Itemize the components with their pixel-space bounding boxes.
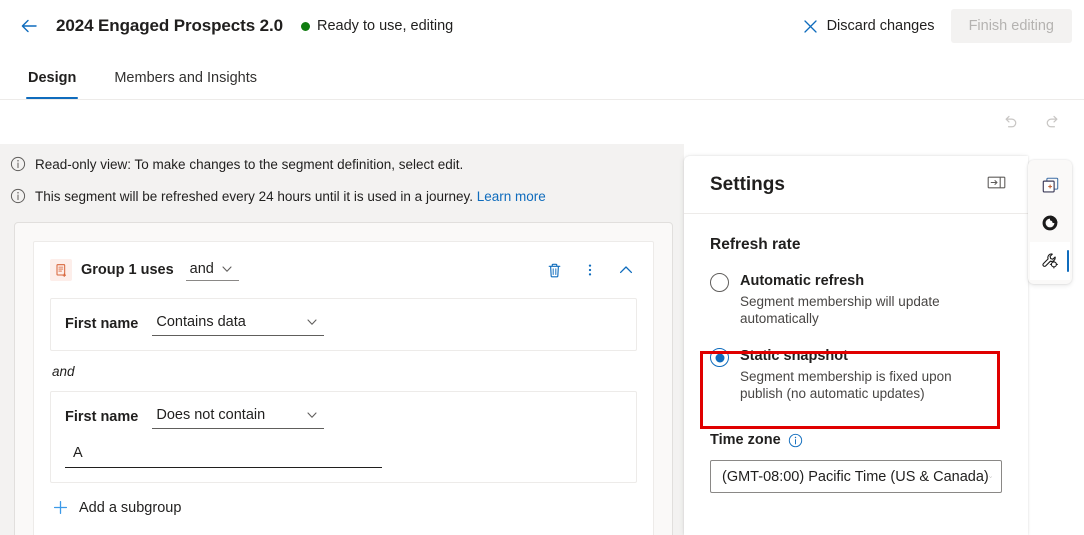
radio-automatic-refresh[interactable] xyxy=(710,273,729,292)
settings-panel: Settings Refresh rate Automatic refresh … xyxy=(684,156,1028,535)
learn-more-link[interactable]: Learn more xyxy=(477,189,546,204)
radio-desc-static-snapshot: Segment membership is fixed upon publish… xyxy=(740,369,952,401)
segment-definition-card: Group 1 uses and First name Contains dat… xyxy=(14,222,673,535)
add-panel-icon xyxy=(1042,177,1058,193)
group-label: Group 1 uses xyxy=(81,262,174,278)
chevron-down-icon xyxy=(307,412,317,418)
condition-operator-value-2: Does not contain xyxy=(156,407,266,423)
info-icon xyxy=(10,156,26,172)
radio-desc-automatic-refresh: Segment membership will update automatic… xyxy=(740,294,940,326)
finish-editing-button[interactable]: Finish editing xyxy=(950,9,1072,43)
radio-static-snapshot[interactable] xyxy=(710,348,729,367)
tab-bar: Design Members and Insights xyxy=(0,52,1084,100)
back-button[interactable] xyxy=(12,9,46,43)
segment-designer-canvas: Group 1 uses and First name Contains dat… xyxy=(0,208,684,535)
condition-row-2: First name Does not contain A xyxy=(50,391,637,483)
status-dot-icon xyxy=(301,21,311,31)
refresh-rate-title: Refresh rate xyxy=(710,236,801,253)
redo-button[interactable] xyxy=(1036,106,1068,138)
message-refresh-body: This segment will be refreshed every 24 … xyxy=(35,188,473,204)
more-options-button[interactable] xyxy=(579,259,601,281)
settings-button[interactable] xyxy=(1030,242,1070,280)
discard-changes-label: Discard changes xyxy=(826,18,935,34)
copilot-button[interactable] xyxy=(1030,204,1070,242)
group-card: Group 1 uses and First name Contains dat… xyxy=(33,241,654,535)
time-zone-select[interactable]: (GMT-08:00) Pacific Time (US & Canada) xyxy=(710,460,1002,493)
condition-attribute-1: First name xyxy=(65,315,139,332)
message-readonly-text: Read-only view: To make changes to the s… xyxy=(35,156,464,172)
time-zone-label-row: Time zone xyxy=(710,432,1002,448)
collapse-panel-icon xyxy=(987,176,1006,188)
tab-design[interactable]: Design xyxy=(26,70,79,99)
condition-value-input-2[interactable]: A xyxy=(65,443,382,468)
redo-icon xyxy=(1046,115,1057,127)
settings-body: Refresh rate Automatic refresh Segment m… xyxy=(684,214,1028,493)
condition-row-1: First name Contains data xyxy=(50,298,637,351)
radio-label-static-snapshot: Static snapshot xyxy=(740,348,848,364)
close-icon xyxy=(803,19,817,33)
discard-changes-button[interactable]: Discard changes xyxy=(793,11,945,41)
collapse-panel-button[interactable] xyxy=(987,175,1006,195)
plus-icon xyxy=(53,500,68,515)
tab-members-and-insights[interactable]: Members and Insights xyxy=(112,70,259,99)
status-badge: Ready to use, editing xyxy=(301,18,453,34)
chevron-down-icon xyxy=(307,319,317,325)
page-title: 2024 Engaged Prospects 2.0 xyxy=(56,16,284,35)
group-actions xyxy=(543,259,637,281)
settings-header: Settings xyxy=(684,156,1028,214)
chevron-down-icon xyxy=(989,475,992,478)
top-bar: 2024 Engaged Prospects 2.0 Ready to use,… xyxy=(0,0,1084,52)
radio-label-automatic-refresh: Automatic refresh xyxy=(740,273,865,289)
top-bar-actions: Discard changes Finish editing xyxy=(793,0,1072,52)
undo-button[interactable] xyxy=(994,106,1026,138)
trash-icon xyxy=(548,263,560,277)
group-operator-value: and xyxy=(189,261,214,277)
message-bar-readonly: Read-only view: To make changes to the s… xyxy=(0,152,684,176)
condition-operator-value-1: Contains data xyxy=(156,314,246,330)
condition-attribute-2: First name xyxy=(65,408,139,425)
time-zone-label: Time zone xyxy=(710,432,781,448)
right-tool-rail xyxy=(1028,160,1072,284)
chevron-up-icon xyxy=(619,266,633,274)
arrow-left-icon xyxy=(21,19,37,33)
chevron-down-icon xyxy=(222,266,232,272)
wrench-settings-icon xyxy=(1042,253,1058,269)
message-bar-refresh: This segment will be refreshed every 24 … xyxy=(0,184,684,208)
more-vertical-icon xyxy=(588,264,592,276)
message-refresh-text: This segment will be refreshed every 24 … xyxy=(35,189,546,204)
radio-option-automatic-refresh[interactable]: Automatic refresh Segment membership wil… xyxy=(710,272,1002,327)
delete-group-button[interactable] xyxy=(543,259,565,281)
settings-title: Settings xyxy=(710,173,785,195)
collapse-group-button[interactable] xyxy=(615,259,637,281)
add-panel-button[interactable] xyxy=(1030,166,1070,204)
info-icon xyxy=(10,188,26,204)
radio-option-static-snapshot[interactable]: Static snapshot Segment membership is fi… xyxy=(710,347,1002,402)
condition-operator-select-2[interactable]: Does not contain xyxy=(152,404,325,429)
add-subgroup-label: Add a subgroup xyxy=(79,499,182,516)
status-text: Ready to use, editing xyxy=(317,18,454,34)
info-icon[interactable] xyxy=(788,433,803,448)
message-bar-area: Read-only view: To make changes to the s… xyxy=(0,144,684,208)
segment-group-icon xyxy=(50,259,72,281)
undo-icon xyxy=(1005,115,1016,127)
segment-editor-page: 2024 Engaged Prospects 2.0 Ready to use,… xyxy=(0,0,1084,535)
add-subgroup-button[interactable]: Add a subgroup xyxy=(50,497,183,518)
command-bar xyxy=(0,100,1084,144)
copilot-icon xyxy=(1042,215,1058,231)
time-zone-value: (GMT-08:00) Pacific Time (US & Canada) xyxy=(722,468,989,485)
group-header: Group 1 uses and xyxy=(50,256,637,284)
condition-operator-select-1[interactable]: Contains data xyxy=(152,311,325,336)
group-operator-select[interactable]: and xyxy=(185,259,239,281)
condition-connector: and xyxy=(52,364,75,379)
